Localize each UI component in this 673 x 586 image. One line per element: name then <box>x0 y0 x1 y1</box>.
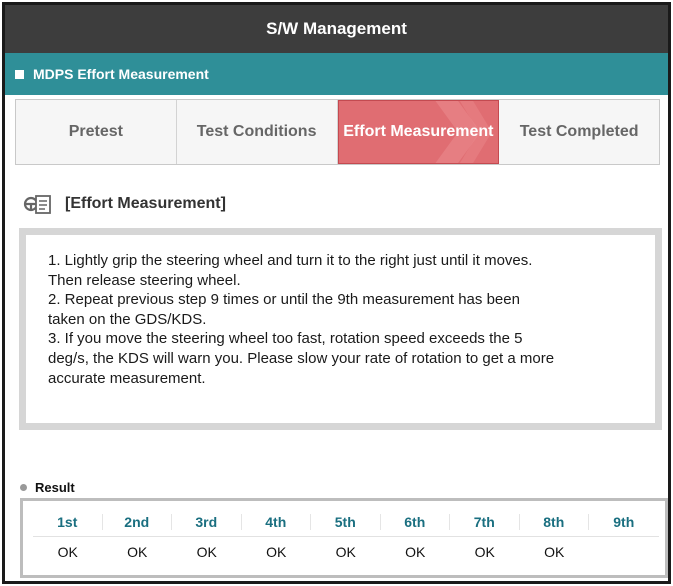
result-value-cell: OK <box>57 544 78 560</box>
instruction-line: accurate measurement. <box>48 369 206 387</box>
result-label: Result <box>35 480 75 495</box>
square-bullet-icon <box>15 69 24 79</box>
section-header: [Effort Measurement] <box>5 165 668 220</box>
result-header-cell: 8th <box>520 513 589 530</box>
result-header-cell: 9th <box>613 513 635 530</box>
document-steering-icon <box>23 194 51 214</box>
instruction-box: 1. Lightly grip the steering wheel and t… <box>19 228 662 430</box>
result-value-row: OK OK OK OK OK OK OK OK <box>33 537 659 567</box>
section-title: [Effort Measurement] <box>65 194 226 212</box>
instruction-line: taken on the GDS/KDS. <box>48 310 207 328</box>
result-value-cell: OK <box>335 544 356 560</box>
step-effort-measurement: Effort Measurement <box>337 100 500 164</box>
instruction-line: 1. Lightly grip the steering wheel and t… <box>48 252 533 269</box>
step-test-conditions: Test Conditions <box>177 100 338 164</box>
result-header-cell: 2nd <box>103 513 172 530</box>
result-header-row: 1st 2nd 3rd 4th 5th 6th 7th 8th 9th <box>33 507 659 537</box>
title-bar: S/W Management <box>5 5 668 53</box>
bullet-dot-icon <box>20 484 27 491</box>
result-value-cell: OK <box>474 544 495 560</box>
step-indicator: Pretest Test Conditions Effort Measureme… <box>15 99 660 165</box>
instruction-line: deg/s, the KDS will warn you. Please slo… <box>48 349 555 367</box>
step-label: Test Completed <box>519 123 639 140</box>
step-label: Pretest <box>68 123 123 140</box>
sub-header: MDPS Effort Measurement <box>5 53 668 95</box>
instruction-line: 3. If you move the steering wheel too fa… <box>48 330 523 348</box>
result-value-cell: OK <box>544 544 565 560</box>
result-value-cell: OK <box>405 544 426 560</box>
app-window: S/W Management MDPS Effort Measurement P… <box>2 2 671 584</box>
result-header-cell: 3rd <box>172 513 242 530</box>
sub-header-title: MDPS Effort Measurement <box>33 66 209 82</box>
result-heading: Result <box>20 480 75 495</box>
result-header-cell: 7th <box>450 513 520 530</box>
result-value-cell: OK <box>196 544 217 560</box>
result-table: 1st 2nd 3rd 4th 5th 6th 7th 8th 9th OK O… <box>20 498 668 578</box>
window-title: S/W Management <box>266 19 407 38</box>
result-header-cell: 1st <box>33 513 103 530</box>
result-header-cell: 6th <box>381 513 450 530</box>
instruction-line: 2. Repeat previous step 9 times or until… <box>48 291 520 309</box>
result-header-cell: 5th <box>311 513 381 530</box>
step-label: Effort Measurement <box>343 123 494 140</box>
result-header-cell: 4th <box>242 513 311 530</box>
instruction-line: Then release steering wheel. <box>48 271 241 289</box>
step-test-completed: Test Completed <box>499 100 659 164</box>
result-value-cell: OK <box>127 544 148 560</box>
step-pretest: Pretest <box>16 100 177 164</box>
step-label: Test Conditions <box>196 123 317 140</box>
result-value-cell: OK <box>266 544 287 560</box>
